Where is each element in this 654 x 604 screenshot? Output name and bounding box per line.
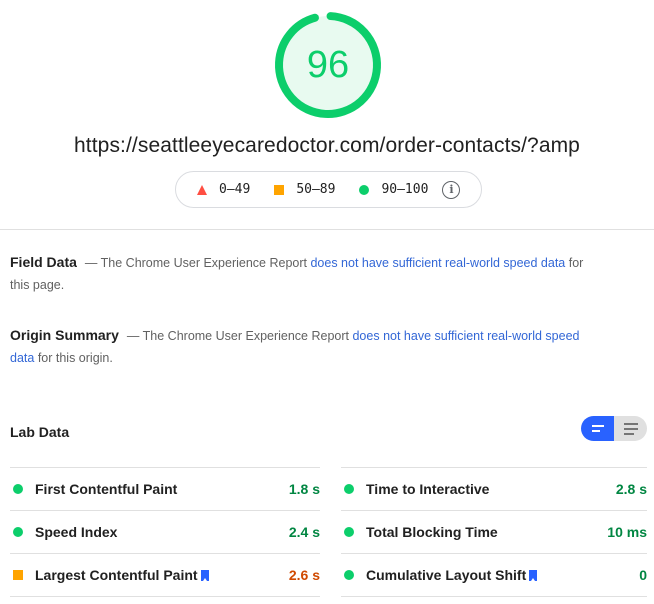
performance-score: 96 bbox=[306, 43, 350, 86]
field-data-prefix: — The Chrome User Experience Report bbox=[84, 256, 311, 270]
pass-circle-icon bbox=[13, 527, 23, 537]
legend-item-pass: 90–100 bbox=[359, 182, 428, 197]
legend-item-average: 50–89 bbox=[274, 182, 335, 197]
metric-label: Cumulative Layout Shift bbox=[366, 567, 527, 583]
origin-summary-title: Origin Summary bbox=[10, 327, 119, 343]
metric-row: Speed Index 2.4 s bbox=[10, 511, 320, 553]
score-legend: 0–49 50–89 90–100 i bbox=[175, 171, 482, 208]
average-square-icon bbox=[13, 570, 23, 580]
metric-label: Largest Contentful Paint bbox=[35, 567, 198, 583]
pass-circle-icon bbox=[344, 527, 354, 537]
metric-value: 2.4 s bbox=[288, 524, 320, 540]
metric-value: 2.6 s bbox=[288, 567, 320, 583]
info-icon[interactable]: i bbox=[442, 180, 461, 199]
pass-circle-icon bbox=[344, 570, 354, 580]
tested-url: https://seattleeyecaredoctor.com/order-c… bbox=[74, 134, 580, 157]
metric-divider bbox=[10, 596, 320, 597]
metric-value: 0 bbox=[639, 567, 647, 583]
origin-summary-suffix: for this origin. bbox=[34, 351, 113, 365]
origin-summary-prefix: — The Chrome User Experience Report bbox=[126, 329, 353, 343]
view-toggle bbox=[581, 416, 647, 441]
list-view-icon-line bbox=[623, 427, 638, 430]
list-view-icon bbox=[623, 422, 638, 425]
metric-value: 1.8 s bbox=[288, 481, 320, 497]
field-data-title: Field Data bbox=[10, 254, 77, 270]
square-icon bbox=[274, 184, 285, 195]
summary-view-icon bbox=[591, 425, 604, 427]
metric-divider bbox=[341, 596, 647, 597]
metric-row: First Contentful Paint 1.8 s bbox=[10, 468, 320, 510]
metric-value: 10 ms bbox=[607, 524, 647, 540]
field-data-section: Field Data — The Chrome User Experience R… bbox=[10, 251, 600, 296]
field-data-link[interactable]: does not have sufficient real-world spee… bbox=[310, 256, 565, 270]
metric-label: First Contentful Paint bbox=[35, 481, 178, 497]
metrics-column-left: First Contentful Paint 1.8 s Speed Index 2.… bbox=[10, 467, 320, 597]
metric-label: Time to Interactive bbox=[366, 481, 490, 497]
list-view-button[interactable] bbox=[614, 416, 647, 441]
lab-data-title: Lab Data bbox=[10, 424, 70, 440]
metric-row: Largest Contentful Paint 2.6 s bbox=[10, 554, 320, 596]
bookmark-icon bbox=[200, 569, 209, 581]
metric-label: Total Blocking Time bbox=[366, 524, 498, 540]
circle-icon bbox=[359, 184, 370, 195]
summary-view-button[interactable] bbox=[581, 416, 614, 441]
pass-circle-icon bbox=[344, 484, 354, 494]
triangle-icon bbox=[197, 184, 207, 195]
origin-summary-section: Origin Summary — The Chrome User Experien… bbox=[10, 324, 600, 369]
metric-value: 2.8 s bbox=[615, 481, 647, 497]
metric-row: Cumulative Layout Shift 0 bbox=[341, 554, 647, 596]
bookmark-icon bbox=[529, 569, 538, 581]
pass-circle-icon bbox=[13, 484, 23, 494]
legend-label: 90–100 bbox=[381, 182, 429, 197]
legend-item-fail: 0–49 bbox=[197, 182, 250, 197]
section-divider bbox=[0, 229, 654, 230]
legend-label: 50–89 bbox=[296, 182, 336, 197]
metric-row: Time to Interactive 2.8 s bbox=[341, 468, 647, 510]
legend-label: 0–49 bbox=[219, 182, 251, 197]
metric-label: Speed Index bbox=[35, 524, 118, 540]
metric-row: Total Blocking Time 10 ms bbox=[341, 511, 647, 553]
list-view-icon-line bbox=[623, 432, 634, 435]
metrics-column-right: Time to Interactive 2.8 s Total Blocking T… bbox=[341, 467, 647, 597]
summary-view-icon-line bbox=[591, 430, 600, 432]
